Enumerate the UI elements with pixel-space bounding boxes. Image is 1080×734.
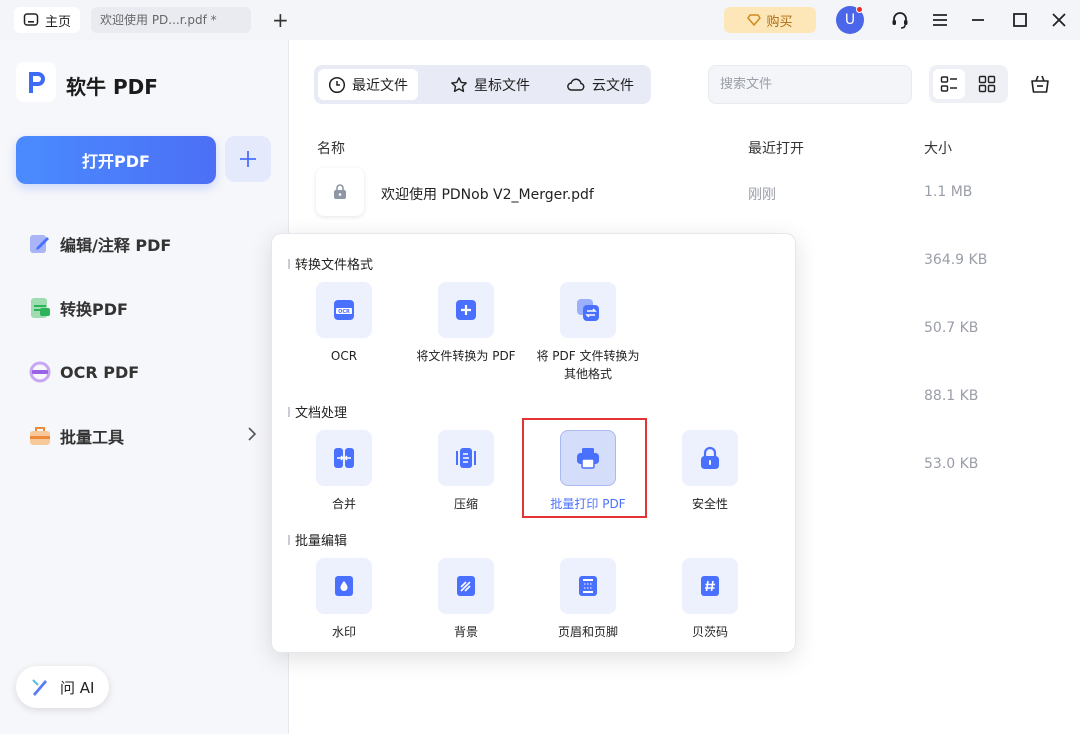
bates-icon (682, 558, 738, 614)
tool-label: 将 PDF 文件转换为 其他格式 (536, 349, 640, 381)
tool-pdf-to-other[interactable]: 将 PDF 文件转换为 其他格式 (528, 282, 648, 383)
tool-background[interactable]: 背景 (406, 558, 526, 641)
close-icon[interactable] (1047, 8, 1071, 32)
maximize-icon[interactable] (1008, 8, 1032, 32)
tool-header-footer[interactable]: 页眉和页脚 (528, 558, 648, 641)
tab-home-label: 主页 (45, 14, 72, 30)
file-size: 364.9 KB (924, 252, 988, 268)
ai-pen-icon (32, 679, 47, 696)
file-size: 53.0 KB (924, 456, 979, 472)
file-name[interactable]: 欢迎使用 PDNob V2_Merger.pdf (381, 184, 594, 204)
file-size: 50.7 KB (924, 320, 979, 336)
tool-compress[interactable]: 压缩 (406, 430, 526, 513)
notification-dot (856, 6, 863, 13)
chevron-right-icon[interactable] (244, 426, 260, 446)
minimize-icon[interactable] (966, 8, 990, 32)
tab-home[interactable]: 主页 (14, 7, 80, 33)
tool-label: 贝茨码 (691, 625, 728, 639)
sidebar-item-ocr[interactable]: OCR PDF (28, 358, 139, 386)
merge-icon (316, 430, 372, 486)
logo-icon (16, 62, 56, 102)
section-title-convert: 转换文件格式 (288, 254, 373, 273)
search-input[interactable]: 搜索文件 (708, 65, 912, 104)
file-plus-icon (438, 282, 494, 338)
tool-watermark[interactable]: 水印 (284, 558, 404, 641)
ocr-icon (29, 361, 51, 383)
clock-icon (328, 76, 346, 93)
sidebar-item-label: 转换PDF (60, 300, 128, 319)
sidebar-item-label: 编辑/注释 PDF (60, 236, 172, 255)
column-header-recent[interactable]: 最近打开 (748, 138, 804, 158)
tool-security[interactable]: 安全性 (650, 430, 770, 513)
column-header-name[interactable]: 名称 (317, 138, 345, 158)
ask-ai-label: 问 AI (60, 678, 95, 697)
home-icon (23, 13, 39, 26)
file-opened-time: 刚刚 (748, 187, 776, 203)
compress-icon (438, 430, 494, 486)
tool-bates[interactable]: 贝茨码 (650, 558, 770, 641)
header-footer-icon (560, 558, 616, 614)
file-size: 88.1 KB (924, 388, 979, 404)
tool-label: 安全性 (691, 497, 728, 511)
tool-label: 压缩 (453, 497, 478, 511)
tool-label: 页眉和页脚 (557, 625, 618, 639)
background-icon (438, 558, 494, 614)
tab-label: 星标文件 (474, 77, 530, 94)
svg-text:OCR: OCR (338, 309, 350, 315)
list-view-icon[interactable] (933, 69, 965, 99)
pdf-file-icon[interactable] (316, 168, 364, 216)
sidebar-item-convert[interactable]: 转换PDF (28, 294, 128, 322)
tool-label: 背景 (453, 625, 478, 639)
tab-recent[interactable]: 最近文件 (318, 69, 418, 100)
section-title-batch-edit: 批量编辑 (288, 530, 347, 549)
ocr-icon: OCR (316, 282, 372, 338)
sidebar-item-batch[interactable]: 批量工具 (28, 422, 124, 450)
tab-label: 云文件 (592, 77, 634, 94)
tab-label: 最近文件 (352, 77, 408, 94)
sidebar: 软牛 PDF 打开PDF 编辑/注释 PDF 转换PDF OCR PDF 批量工… (0, 40, 289, 734)
toolbox-icon (30, 427, 50, 445)
add-button[interactable] (225, 136, 271, 182)
cloud-icon (567, 77, 585, 91)
ask-ai-button[interactable]: 问 AI (16, 666, 109, 708)
diamond-icon (747, 14, 762, 26)
menu-icon[interactable] (928, 8, 952, 32)
tool-ocr[interactable]: OCR OCR (284, 282, 404, 365)
convert-icon (560, 282, 616, 338)
selection-highlight (522, 418, 647, 518)
support-icon[interactable] (888, 8, 912, 32)
tool-label: OCR (330, 349, 358, 363)
app-name: 软牛 PDF (66, 75, 158, 99)
store-icon[interactable] (1029, 73, 1051, 99)
title-bar: 主页 欢迎使用 PD...r.pdf * + 购买 U (0, 0, 1080, 40)
tool-file-to-pdf[interactable]: 将文件转换为 PDF (406, 282, 526, 365)
tool-merge[interactable]: 合并 (284, 430, 404, 513)
grid-view-icon[interactable] (971, 69, 1003, 99)
open-pdf-button[interactable]: 打开PDF (16, 136, 216, 184)
watermark-icon (316, 558, 372, 614)
section-title-document: 文档处理 (288, 402, 347, 421)
column-header-size[interactable]: 大小 (924, 138, 952, 158)
tool-label: 水印 (331, 625, 356, 639)
view-toggle (929, 65, 1008, 103)
sidebar-item-label: OCR PDF (60, 362, 140, 382)
file-size: 1.1 MB (924, 184, 973, 200)
convert-pdf-icon (31, 298, 50, 318)
tool-label: 将文件转换为 PDF (416, 349, 516, 363)
buy-button[interactable]: 购买 (724, 7, 816, 33)
tool-label: 合并 (331, 497, 356, 511)
edit-icon (30, 235, 49, 253)
tab-document[interactable]: 欢迎使用 PD...r.pdf * (91, 7, 251, 33)
tab-cloud[interactable]: 云文件 (556, 69, 644, 100)
tab-starred[interactable]: 星标文件 (440, 69, 540, 100)
file-tabs: 最近文件 星标文件 云文件 (314, 65, 651, 104)
plus-icon (240, 151, 256, 167)
lock-icon (682, 430, 738, 486)
star-icon (451, 76, 467, 92)
new-tab-button[interactable]: + (272, 8, 289, 32)
sidebar-item-edit[interactable]: 编辑/注释 PDF (28, 230, 171, 258)
sidebar-item-label: 批量工具 (60, 428, 125, 447)
buy-label: 购买 (766, 14, 793, 30)
